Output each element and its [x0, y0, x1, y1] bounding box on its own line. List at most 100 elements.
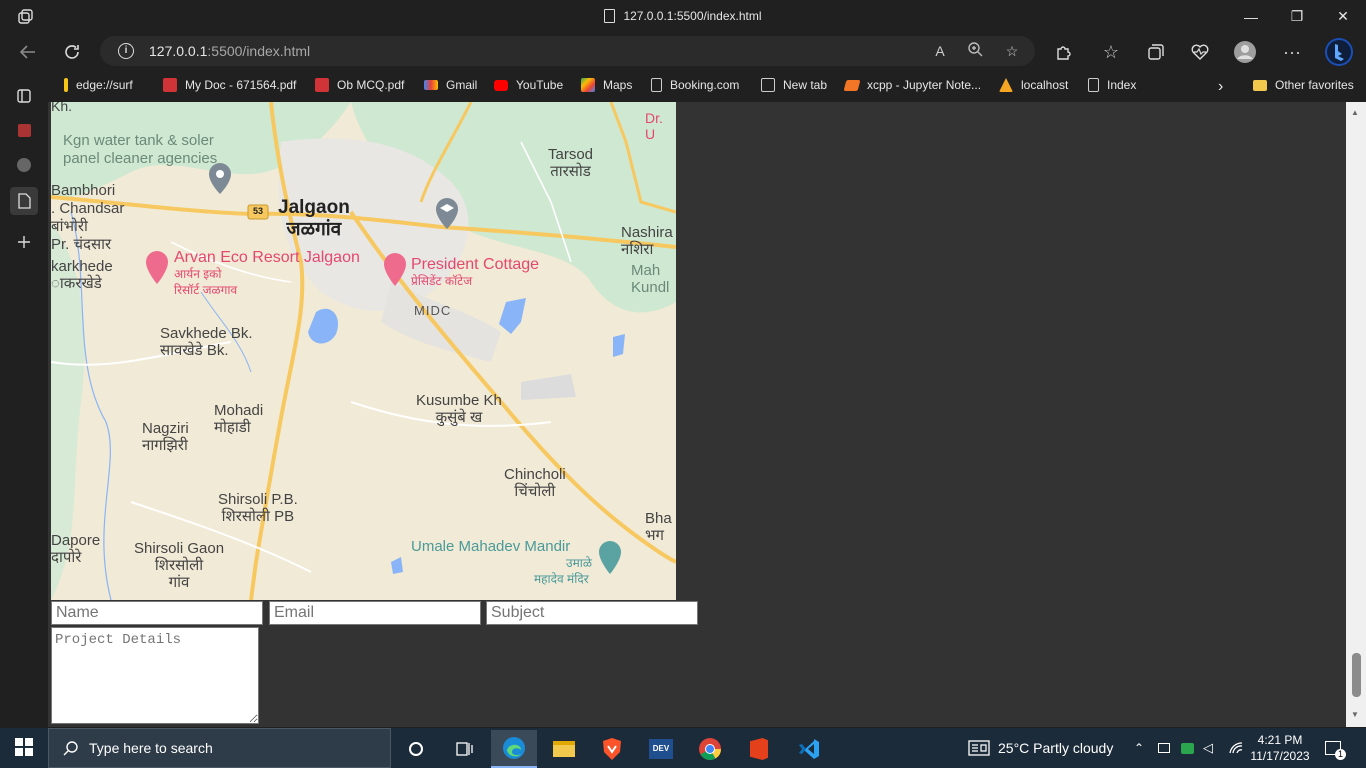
map-label-tarsod: Tarsod तारसोड [548, 146, 594, 180]
surf-icon [64, 78, 68, 92]
favorite-gmail[interactable]: Gmail [424, 78, 477, 92]
brave-icon[interactable] [589, 730, 635, 768]
office-icon[interactable] [736, 730, 782, 768]
favorites-overflow-chevron-icon[interactable]: › [1218, 78, 1223, 96]
map-label-bambhori: Bambhori. Chandsar बांभोरी Pr. चंदसार [51, 182, 125, 253]
clock-time: 4:21 PM [1257, 733, 1303, 747]
task-view-icon[interactable] [441, 730, 487, 768]
tab-panel-icon[interactable] [10, 82, 38, 110]
read-aloud-icon[interactable]: A [930, 41, 950, 61]
subject-input[interactable] [486, 601, 698, 625]
page-scrollbar[interactable]: ▲ ▼ [1346, 102, 1366, 727]
start-button[interactable] [0, 728, 48, 766]
map-poi-umale-mahadev-mandir[interactable]: Umale Mahadev Mandir उमाळे महादेव मंदिर [411, 539, 592, 587]
windows-taskbar: Type here to search DEV 25°C Partly clou… [0, 728, 1366, 768]
favorites-bar: edge://surf My Doc - 671564.pdf Ob MCQ.p… [0, 70, 1366, 102]
favorite-maps[interactable]: Maps [581, 78, 632, 92]
map-poi-kgn-water-tank[interactable]: Kgn water tank & soler panel cleaner agen… [63, 132, 217, 168]
map-label-bha: Bha भग [645, 510, 672, 544]
jupyter-icon [843, 79, 861, 91]
extensions-icon[interactable] [1047, 36, 1079, 68]
speaker-icon[interactable]: ◁ [1203, 728, 1213, 768]
scrollbar-thumb[interactable] [1352, 653, 1361, 697]
folder-icon [1253, 79, 1267, 91]
dev-icon[interactable]: DEV [638, 730, 684, 768]
favorite-localhost[interactable]: localhost [999, 78, 1068, 92]
favorite-other-favorites[interactable]: Other favorites [1253, 78, 1354, 92]
edge-icon[interactable] [491, 730, 537, 768]
address-bar[interactable]: i 127.0.0.1:5500/index.html A ☆ [100, 36, 1035, 66]
new-tab-plus-icon[interactable] [10, 228, 38, 256]
pdf-icon [315, 78, 329, 92]
name-input[interactable] [51, 601, 263, 625]
clock[interactable]: 4:21 PM 11/17/2023 [1250, 728, 1310, 768]
profile-icon[interactable] [1229, 36, 1261, 68]
chrome-icon[interactable] [687, 730, 733, 768]
map-poi-arvan-eco-resort[interactable]: Arvan Eco Resort Jalgaon आर्यन इको रिसॉर्ट… [174, 250, 360, 298]
favorite-my-doc[interactable]: My Doc - 671564.pdf [163, 78, 296, 92]
newtab-icon [761, 78, 775, 92]
wifi-icon[interactable] [1228, 728, 1244, 768]
zoom-icon[interactable] [965, 41, 985, 61]
restore-button[interactable]: ❐ [1274, 0, 1320, 33]
add-favorite-icon[interactable]: ☆ [1002, 41, 1022, 61]
url-text[interactable]: 127.0.0.1:5500/index.html [149, 43, 310, 59]
scroll-down-arrow-icon[interactable]: ▼ [1351, 710, 1359, 719]
minimize-button[interactable]: — [1228, 0, 1274, 33]
bing-icon[interactable] [1323, 36, 1355, 68]
page-icon [1088, 78, 1099, 92]
project-details-textarea[interactable] [51, 627, 259, 724]
page-viewport: Kgn water tank & soler panel cleaner agen… [48, 102, 1346, 727]
favorite-ob-mcq[interactable]: Ob MCQ.pdf [315, 78, 404, 92]
meet-now-icon[interactable] [1158, 728, 1170, 768]
browser-essentials-icon[interactable] [1184, 36, 1216, 68]
map-label-savkhede: Savkhede Bk. सावखेडे Bk. [160, 325, 253, 359]
favorite-youtube[interactable]: YouTube [494, 78, 563, 92]
map-poi-president-cottage[interactable]: President Cottage प्रेसिडेंट कॉटेज [411, 257, 539, 289]
map-label-mohadi: Mohadi मोहाडी [214, 402, 264, 436]
weather-widget[interactable]: 25°C Partly cloudy [968, 728, 1113, 768]
vscode-icon[interactable] [786, 730, 832, 768]
map-poi-dr-u[interactable]: Dr. U [645, 110, 676, 142]
map-label-nagziri: Nagziri नागझिरी [142, 420, 189, 454]
map-label-dapore: Dapore दापोरे [51, 532, 101, 566]
collections-icon[interactable] [1140, 36, 1172, 68]
search-placeholder-text: Type here to search [89, 740, 213, 756]
back-icon[interactable] [12, 36, 44, 68]
map-label-jalgaon: Jalgaon जळगांव [278, 197, 350, 240]
map-label-chincholi: Chincholi चिंचोली [504, 466, 566, 500]
favorite-new-tab[interactable]: New tab [761, 78, 827, 92]
github-tab-icon[interactable] [10, 151, 38, 179]
security-icon[interactable] [1181, 728, 1194, 768]
map-label-shirsoli-pb: Shirsoli P.B. शिरसोली PB [218, 491, 298, 525]
notifications-icon[interactable]: 1 [1325, 728, 1346, 768]
clock-date: 11/17/2023 [1250, 749, 1310, 763]
favorite-jupyter[interactable]: xcpp - Jupyter Note... [843, 78, 981, 92]
maps-icon [581, 78, 595, 92]
favorite-edge-surf[interactable]: edge://surf [64, 78, 133, 92]
taskbar-search-box[interactable]: Type here to search [48, 728, 391, 768]
favorite-booking[interactable]: Booking.com [651, 78, 739, 92]
title-bar: 127.0.0.1:5500/index.html — ❐ ✕ [0, 0, 1366, 33]
embedded-map[interactable]: Kgn water tank & soler panel cleaner agen… [51, 102, 676, 600]
gmail-icon [424, 80, 438, 90]
xampp-icon [999, 78, 1013, 92]
close-button[interactable]: ✕ [1320, 0, 1366, 33]
cortana-icon[interactable] [393, 730, 439, 768]
favorite-index[interactable]: Index [1088, 78, 1136, 92]
file-explorer-icon[interactable] [541, 730, 587, 768]
show-hidden-icons-chevron-icon[interactable]: ⌃ [1134, 728, 1144, 768]
site-info-icon[interactable]: i [118, 43, 134, 59]
window-title: 127.0.0.1:5500/index.html [0, 9, 1366, 23]
favorites-icon[interactable]: ☆ [1095, 36, 1127, 68]
pdf-tab-icon[interactable] [10, 116, 38, 144]
map-label-kusumbe: Kusumbe Kh कुसुंबे ख [416, 392, 502, 426]
window-title-text: 127.0.0.1:5500/index.html [623, 9, 762, 23]
scroll-up-arrow-icon[interactable]: ▲ [1351, 108, 1359, 117]
email-input[interactable] [269, 601, 481, 625]
youtube-icon [494, 79, 508, 91]
refresh-icon[interactable] [56, 36, 88, 68]
more-icon[interactable]: ··· [1276, 36, 1308, 68]
map-label-mahadev-kundl: Mah Kundl [631, 262, 670, 296]
index-tab-icon[interactable] [10, 187, 38, 215]
